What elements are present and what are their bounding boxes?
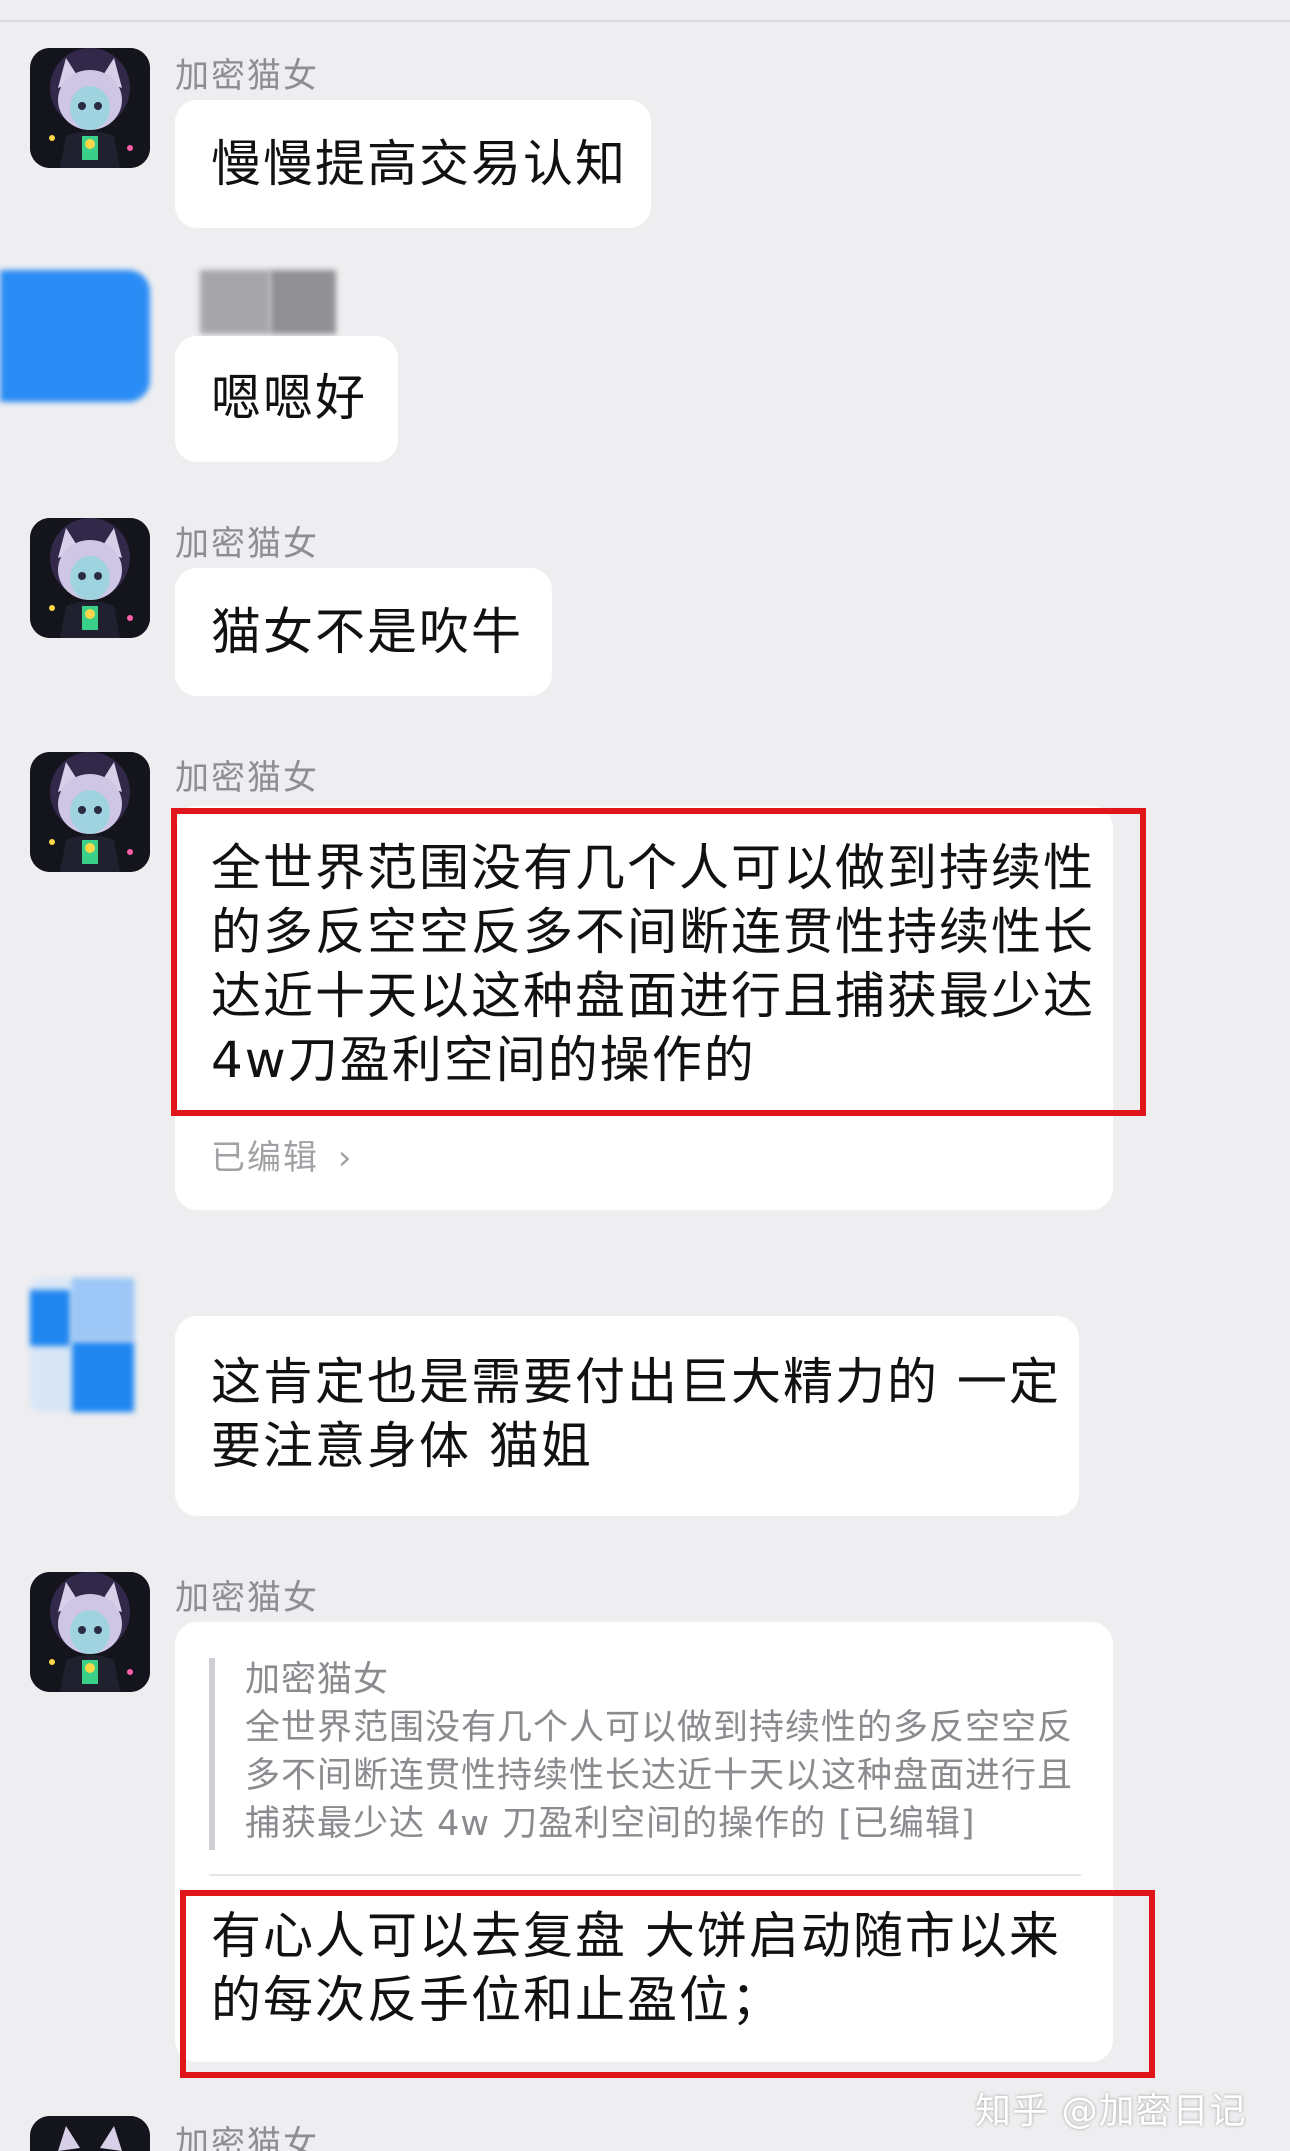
message-bubble[interactable]: 嗯嗯好 <box>175 336 398 462</box>
message-bubble[interactable]: 这肯定也是需要付出巨大精力的 一定 要注意身体 猫姐 <box>175 1316 1079 1516</box>
message-bubble[interactable]: 慢慢提高交易认知 <box>175 100 651 228</box>
message-text: 猫女不是吹牛 <box>211 603 523 661</box>
quote-bar <box>209 1658 215 1850</box>
highlight-annotation <box>180 1890 1155 2078</box>
sender-name: 加密猫女 <box>175 524 319 564</box>
message-text: 嗯嗯好 <box>211 369 367 427</box>
watermark: 知乎 @加密日记 <box>975 2091 1247 2132</box>
blurred-name <box>200 270 270 334</box>
blurred-avatar-tile <box>72 1342 134 1412</box>
blurred-avatar-tile <box>30 1290 70 1346</box>
cat-girl-avatar[interactable] <box>30 518 150 638</box>
message-text: 慢慢提高交易认知 <box>211 135 627 193</box>
message-text: 这肯定也是需要付出巨大精力的 一定 要注意身体 猫姐 <box>211 1353 1061 1475</box>
blurred-name <box>270 270 336 334</box>
blurred-avatar[interactable] <box>0 270 150 402</box>
sender-name: 加密猫女 <box>175 758 319 798</box>
cat-girl-avatar[interactable] <box>30 1572 150 1692</box>
message-bubble[interactable]: 猫女不是吹牛 <box>175 568 552 696</box>
edited-label[interactable]: 已编辑 › <box>211 1130 353 1179</box>
quoted-message[interactable]: 加密猫女 全世界范围没有几个人可以做到持续性的多反空空反 多不间断连贯性持续性长… <box>245 1656 1073 1848</box>
highlight-annotation <box>171 808 1146 1116</box>
chevron-right-icon: › <box>337 1138 354 1178</box>
cat-girl-avatar[interactable] <box>30 752 150 872</box>
blurred-avatar-tile <box>72 1278 134 1340</box>
sender-name: 加密猫女 <box>175 56 319 96</box>
sender-name: 加密猫女 <box>175 1578 319 1618</box>
cat-girl-avatar[interactable] <box>30 2116 150 2151</box>
top-divider <box>0 20 1290 22</box>
cat-girl-avatar[interactable] <box>30 48 150 168</box>
quote-divider <box>209 1874 1081 1876</box>
sender-name: 加密猫女 <box>175 2124 319 2151</box>
